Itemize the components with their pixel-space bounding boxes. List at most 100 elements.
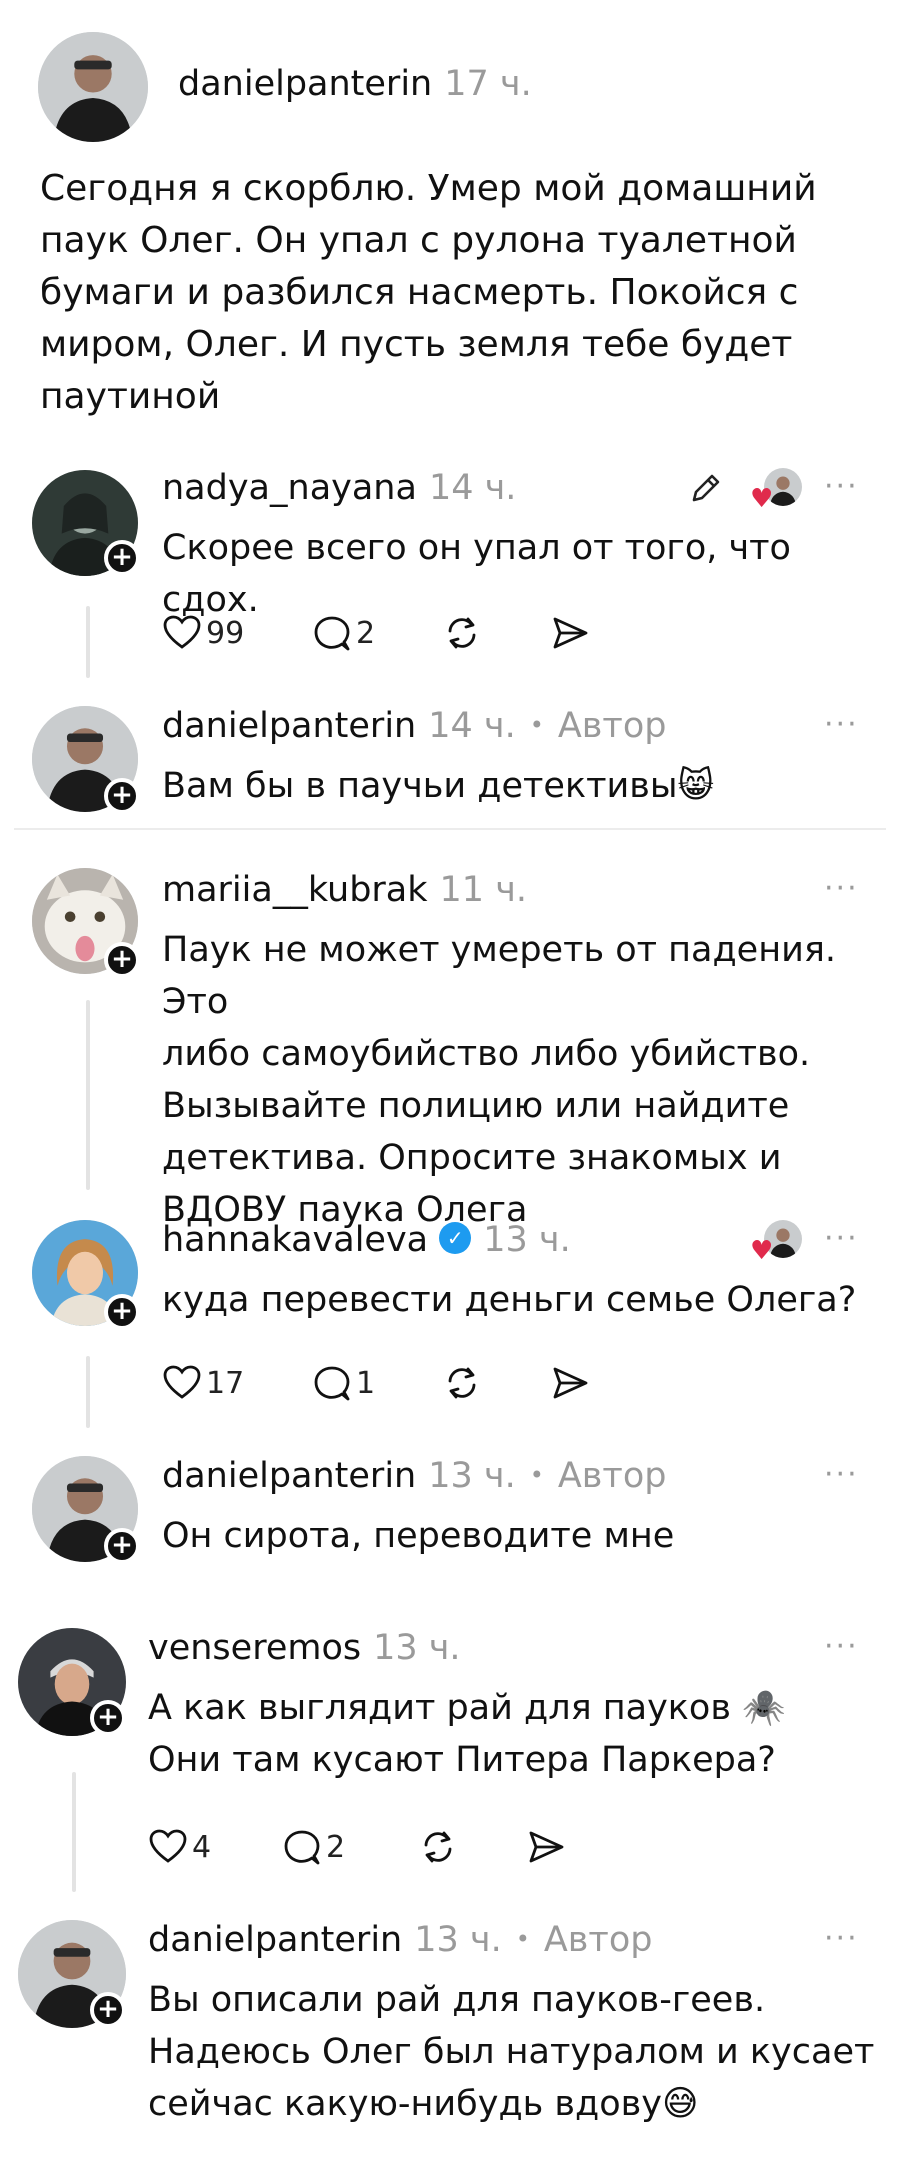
reply-button[interactable]: 2 [312,608,375,658]
comment-username[interactable]: venseremos [148,1628,361,1668]
repost-icon [424,1831,452,1863]
comment-text: Он сирота, переводите мне [162,1510,882,1562]
share-button[interactable] [550,1358,590,1408]
repost-button[interactable] [418,1822,458,1872]
reply-button[interactable]: 2 [282,1822,345,1872]
like-count: 99 [206,615,245,651]
comment-text: Вы описали рай для пауков-геев. Надеюсь … [148,1974,878,2130]
like-button[interactable]: 17 [162,1358,244,1408]
share-button[interactable] [550,608,590,658]
author-label: Автор [557,1456,667,1496]
share-icon [553,1367,588,1399]
verified-icon: ✓ [439,1222,472,1254]
share-icon [529,1831,564,1863]
post-text: Сегодня я скорблю. Умер мой домашний пау… [40,163,880,423]
comment-text-line: куда перевести деньги семье Олега? [162,1280,857,1320]
comment-time: 13 ч. [373,1628,461,1668]
comment-text: Вам бы в паучьи детективы😸 [162,760,882,812]
reply-count: 2 [326,1829,346,1865]
comment-username[interactable]: danielpanterin [162,706,416,746]
heart-icon [149,1829,187,1863]
comment-header: danielpanterin 13 ч. • Автор [148,1920,652,1960]
reply-count: 1 [356,1365,376,1401]
like-button[interactable]: 99 [162,608,244,658]
comment-text-line: Вы описали рай для пауков-геев. [148,1980,766,2020]
edit-icon[interactable] [686,468,726,508]
dot-separator: • [529,711,544,739]
comment-text-line: Он сирота, переводите мне [162,1516,675,1556]
comment-username[interactable]: danielpanterin [148,1920,402,1960]
follow-plus-icon[interactable]: + [104,1294,140,1330]
post-text-line: паутиной [40,376,221,417]
thread-line [86,1356,90,1428]
comment-time: 14 ч. [428,468,517,508]
comment-header: mariia__kubrak 11 ч. [162,870,527,910]
follow-plus-icon[interactable]: + [104,540,140,576]
comment-text: Паук не может умереть от падения. Это ли… [162,924,882,1236]
follow-plus-icon[interactable]: + [104,778,140,814]
repost-icon [448,1367,476,1399]
comment-text-line: либо самоубийство либо убийство. [162,1034,811,1074]
comment-text-line: Вызывайте полицию или найдите [162,1086,790,1126]
thread-line [86,606,90,678]
comment-header: nadya_nayana 14 ч. [162,468,516,508]
repost-button[interactable] [442,1358,482,1408]
thread-line [86,1000,90,1190]
comment-actions: 17 1 [162,1358,762,1408]
dot-separator: • [515,1925,530,1953]
post-username[interactable]: danielpanterin [178,64,432,104]
comment-time: 13 ч. [428,1456,516,1496]
follow-plus-icon[interactable]: + [90,1700,126,1736]
reply-count: 2 [356,615,376,651]
like-count: 17 [206,1365,245,1401]
comment-icon [284,1830,320,1865]
comment-text-line: Паук не может умереть от падения. Это [162,930,837,1022]
comment-header: venseremos 13 ч. [148,1628,461,1668]
more-icon[interactable]: ··· [824,472,872,502]
post-author-avatar[interactable] [38,32,148,142]
post-text-line: бумаги и разбился насмерть. Покойся с [40,272,799,313]
comment-username[interactable]: danielpanterin [162,1456,416,1496]
comment-username[interactable]: hannakavaleva [162,1220,428,1260]
more-icon[interactable]: ··· [824,1632,872,1662]
follow-plus-icon[interactable]: + [104,1528,140,1564]
comment-username[interactable]: nadya_nayana [162,468,417,508]
more-icon[interactable]: ··· [824,710,872,740]
comment-actions: 99 2 [162,608,762,658]
thread-line [72,1772,76,1892]
heart-icon [163,615,201,649]
follow-plus-icon[interactable]: + [90,1992,126,2028]
post-text-line: Сегодня я скорблю. Умер мой домашний [40,168,817,209]
more-icon[interactable]: ··· [824,1224,872,1254]
comment-time: 14 ч. [428,706,516,746]
author-liked-badge: ♥ [750,466,804,514]
share-button[interactable] [526,1822,566,1872]
post-text-line: паук Олег. Он упал с рулона туалетной [40,220,797,261]
like-button[interactable]: 4 [148,1822,211,1872]
comment-text: А как выглядит рай для пауков 🕷️ Они там… [148,1682,878,1786]
comment-actions: 4 2 [148,1822,748,1872]
comment-icon [314,1366,350,1401]
comment-text: куда перевести деньги семье Олега? [162,1274,882,1326]
reply-button[interactable]: 1 [312,1358,375,1408]
comment-text-line: Они там кусают Питера Паркера? [148,1740,776,1780]
post-author-name[interactable]: danielpanterin 17 ч. [178,64,532,104]
repost-button[interactable] [442,608,482,658]
comment-text-line: сейчас какую-нибудь вдову😅 [148,2084,699,2124]
dot-separator: • [529,1461,544,1489]
post-time: 17 ч. [444,64,532,104]
comment-username[interactable]: mariia__kubrak [162,870,428,910]
heart-badge-icon: ♥ [750,484,774,514]
comment-text-line: детектива. Опросите знакомых и [162,1138,782,1178]
more-icon[interactable]: ··· [824,874,872,904]
more-icon[interactable]: ··· [824,1460,872,1490]
comment-header: danielpanterin 13 ч. • Автор [162,1456,666,1496]
like-count: 4 [192,1829,212,1865]
thread-divider [14,828,886,830]
comment-text-line: А как выглядит рай для пауков 🕷️ [148,1688,786,1728]
comment-header: hannakavaleva ✓ 13 ч. [162,1220,571,1260]
more-icon[interactable]: ··· [824,1924,872,1954]
follow-plus-icon[interactable]: + [104,942,140,978]
comment-text-line: Надеюсь Олег был натуралом и кусает [148,2032,875,2072]
author-liked-badge: ♥ [750,1218,804,1266]
